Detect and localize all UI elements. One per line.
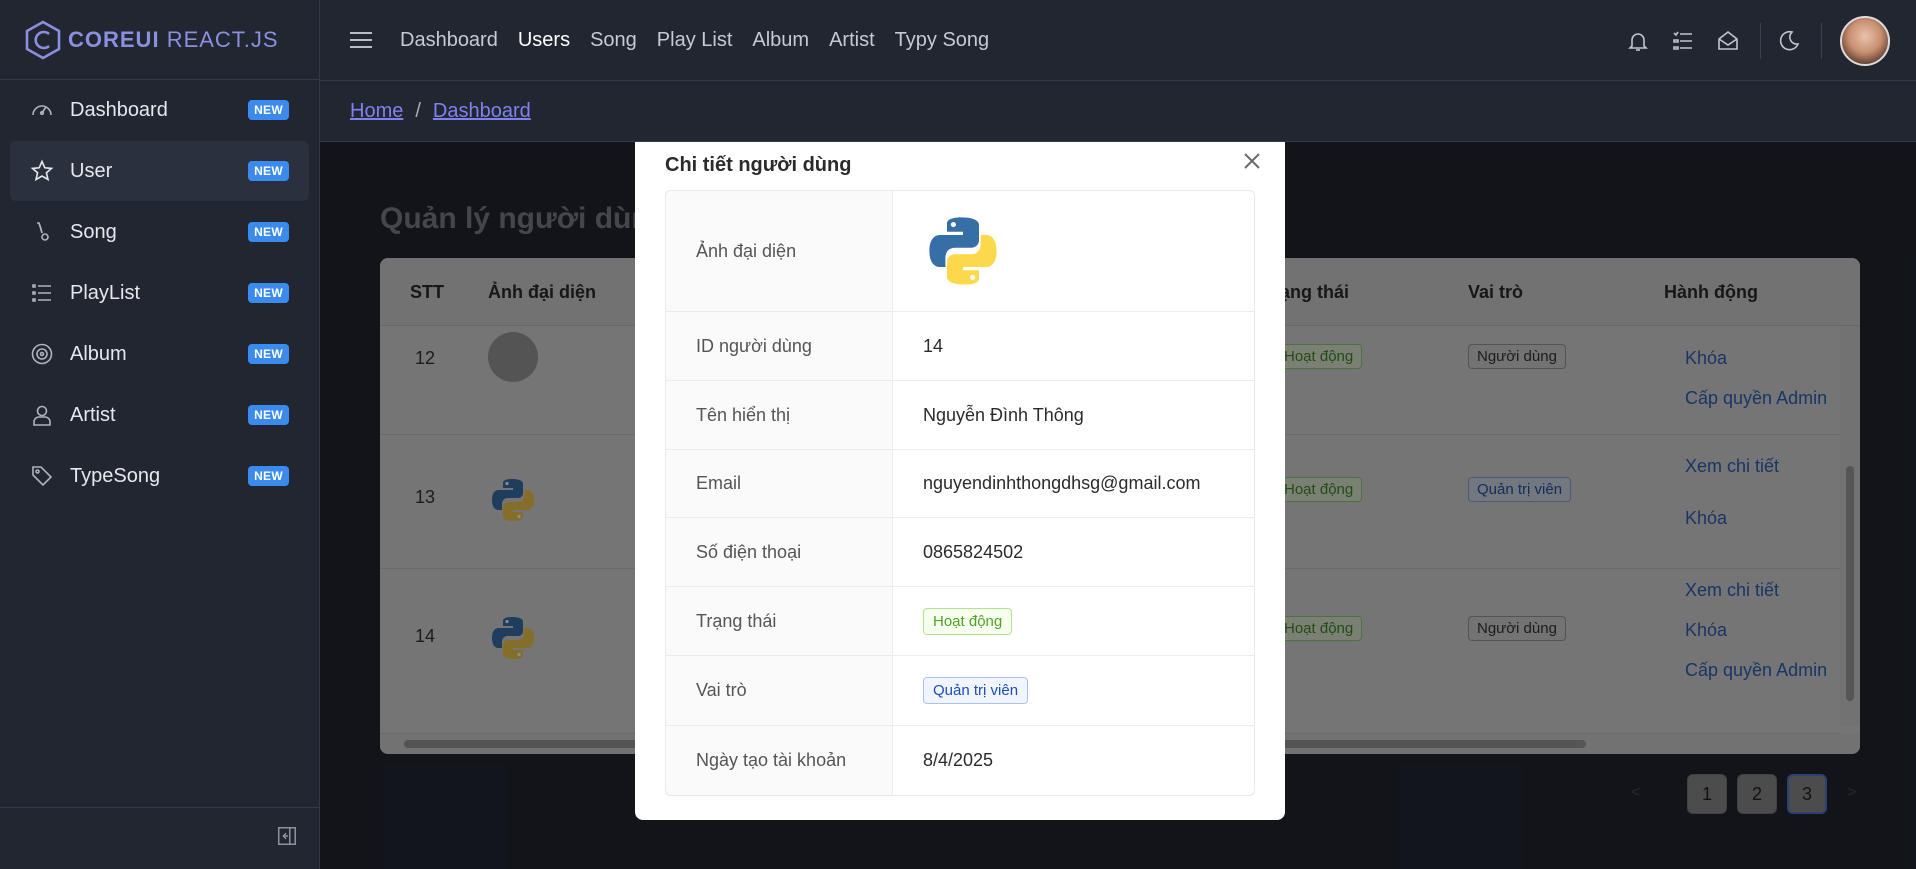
python-logo-icon [929, 217, 997, 285]
detail-row-phone: Số điện thoại 0865824502 [666, 518, 1254, 587]
new-badge: NEW [248, 100, 289, 120]
user-avatar[interactable] [1840, 15, 1890, 66]
detail-value [893, 191, 1254, 311]
moon-icon[interactable] [1775, 27, 1803, 55]
sidebar-item-label: User [70, 159, 113, 182]
user-icon [30, 403, 54, 427]
role-badge: Quản trị viên [923, 677, 1029, 704]
brand-logo[interactable]: COREUI REACT.JS [0, 0, 319, 80]
detail-row-status: Trạng thái Hoạt động [666, 587, 1254, 656]
breadcrumb-dashboard-link[interactable]: Dashboard [433, 100, 531, 123]
sidebar: COREUI REACT.JS Dashboard NEW User NEW S… [0, 0, 320, 869]
sidebar-footer [0, 807, 320, 869]
sidebar-item-dashboard[interactable]: Dashboard NEW [10, 80, 309, 140]
star-icon [30, 159, 54, 183]
detail-row-user-id: ID người dùng 14 [666, 312, 1254, 381]
top-nav: Dashboard Users Song Play List Album Art… [400, 29, 989, 52]
detail-label: ID người dùng [666, 312, 893, 380]
sidebar-item-song[interactable]: Song NEW [10, 202, 309, 262]
header-actions [1607, 0, 1890, 81]
detail-label: Ảnh đại diện [666, 191, 893, 311]
sidebar-item-label: TypeSong [70, 464, 161, 487]
sidebar-item-typesong[interactable]: TypeSong NEW [10, 446, 309, 506]
top-nav-typy-song[interactable]: Typy Song [895, 29, 990, 52]
task-list-icon[interactable] [1669, 27, 1697, 55]
sidebar-nav: Dashboard NEW User NEW Song NEW PlayList… [0, 80, 319, 506]
top-nav-users[interactable]: Users [518, 29, 570, 52]
music-note-icon [30, 220, 54, 244]
detail-label: Tên hiển thị [666, 381, 893, 449]
breadcrumb-separator: / [415, 99, 421, 122]
detail-value: 0865824502 [923, 541, 1024, 562]
close-icon[interactable] [1239, 148, 1265, 174]
coreui-logo-icon [25, 20, 61, 59]
detail-row-display-name: Tên hiển thị Nguyễn Đình Thông [666, 381, 1254, 450]
top-header: Dashboard Users Song Play List Album Art… [320, 0, 1916, 81]
speedometer-icon [30, 98, 54, 122]
sidebar-collapse-icon[interactable] [276, 825, 298, 852]
detail-value: 14 [923, 335, 944, 356]
detail-value: Nguyễn Đình Thông [923, 404, 1084, 425]
bell-icon[interactable] [1624, 27, 1652, 55]
user-detail-modal: Chi tiết người dùng Ảnh đại diện ID ngườ… [635, 142, 1285, 820]
sidebar-item-user[interactable]: User NEW [10, 141, 309, 201]
tag-icon [30, 464, 54, 488]
user-detail-table: Ảnh đại diện ID người dùng 14 Tên hiển t… [665, 190, 1255, 796]
detail-value: Hoạt động [893, 587, 1254, 655]
breadcrumb: Home / Dashboard [320, 81, 1916, 142]
new-badge: NEW [248, 405, 289, 425]
status-badge: Hoạt động [923, 607, 1013, 635]
detail-row-email: Email nguyendinhthongdhsg@gmail.com [666, 450, 1254, 518]
new-badge: NEW [248, 161, 289, 181]
sidebar-item-album[interactable]: Album NEW [10, 324, 309, 384]
sidebar-item-label: Dashboard [70, 98, 168, 121]
breadcrumb-home-link[interactable]: Home [350, 100, 403, 123]
detail-row-avatar: Ảnh đại diện [666, 191, 1254, 312]
hamburger-menu-icon[interactable] [350, 32, 372, 48]
header-divider [1760, 22, 1761, 59]
top-nav-album[interactable]: Album [752, 29, 809, 52]
detail-row-created-date: Ngày tạo tài khoản 8/4/2025 [666, 726, 1254, 795]
list-icon [30, 281, 54, 305]
detail-label: Vai trò [666, 656, 893, 725]
sidebar-item-label: Song [70, 220, 117, 243]
sidebar-item-label: PlayList [70, 281, 141, 304]
new-badge: NEW [248, 283, 289, 303]
disc-icon [30, 342, 54, 366]
detail-value: 8/4/2025 [923, 750, 994, 770]
detail-value: Quản trị viên [893, 656, 1254, 725]
detail-label: Số điện thoại [666, 518, 893, 586]
sidebar-item-artist[interactable]: Artist NEW [10, 385, 309, 445]
sidebar-item-label: Artist [70, 403, 116, 426]
new-badge: NEW [248, 222, 289, 242]
envelope-open-icon[interactable] [1714, 27, 1742, 55]
detail-label: Trạng thái [666, 587, 893, 655]
top-nav-dashboard[interactable]: Dashboard [400, 29, 498, 52]
sidebar-item-playlist[interactable]: PlayList NEW [10, 263, 309, 323]
new-badge: NEW [248, 466, 289, 486]
top-nav-song[interactable]: Song [590, 29, 637, 52]
detail-row-role: Vai trò Quản trị viên [666, 656, 1254, 726]
header-divider [1821, 22, 1822, 59]
detail-value: nguyendinhthongdhsg@gmail.com [923, 473, 1201, 493]
detail-label: Ngày tạo tài khoản [666, 726, 893, 795]
brand-text: COREUI REACT.JS [68, 26, 279, 52]
top-nav-playlist[interactable]: Play List [657, 29, 733, 52]
top-nav-artist[interactable]: Artist [829, 29, 875, 52]
detail-label: Email [666, 450, 893, 517]
new-badge: NEW [248, 344, 289, 364]
modal-title: Chi tiết người dùng [665, 154, 852, 176]
sidebar-item-label: Album [70, 342, 127, 365]
